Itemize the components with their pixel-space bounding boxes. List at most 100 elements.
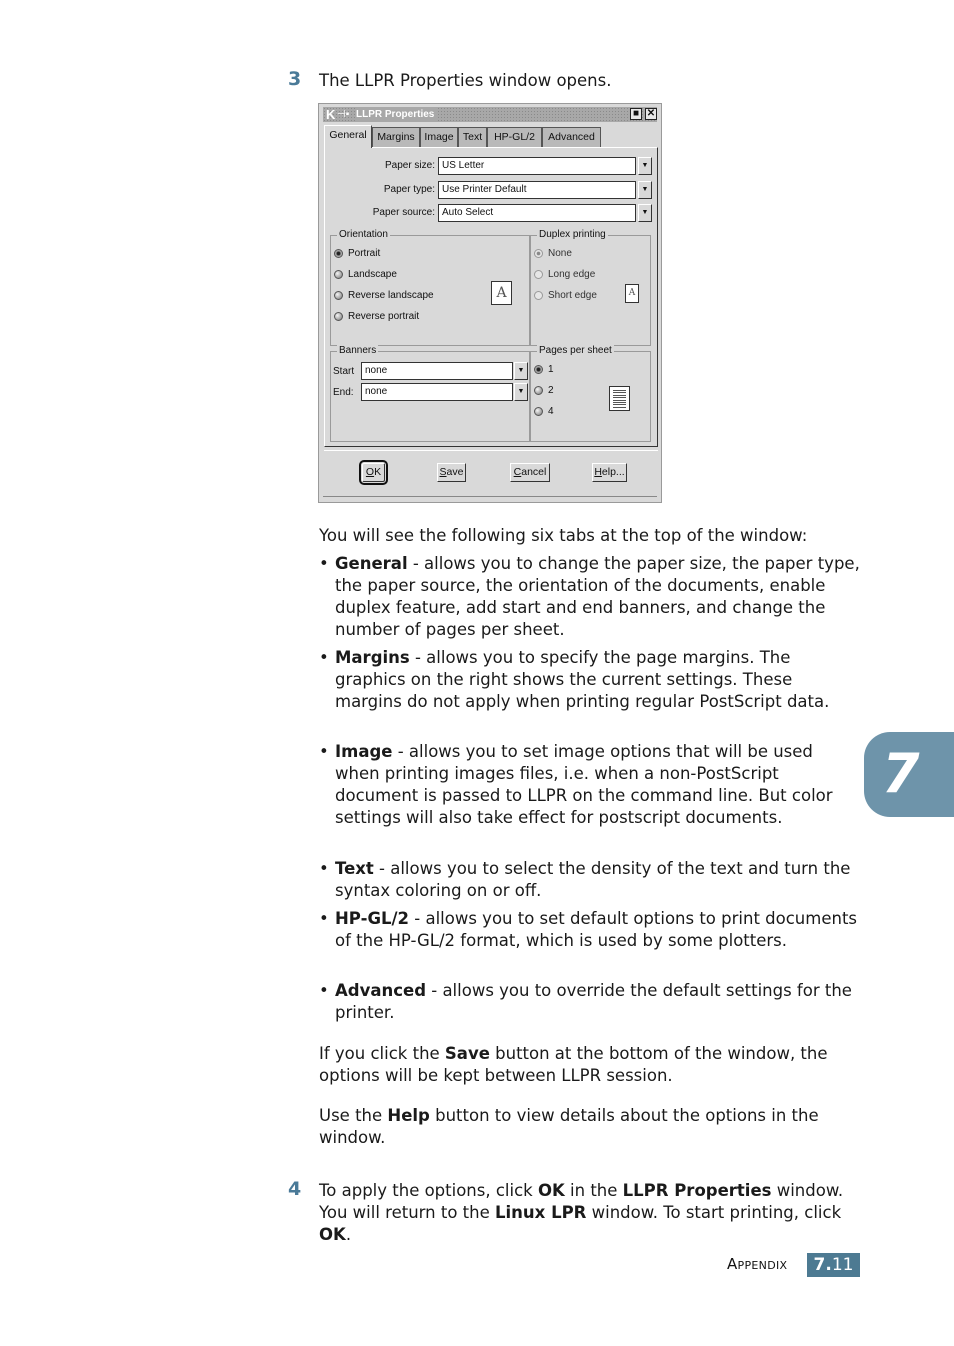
bullet-dot: • [319, 554, 329, 573]
bullet-dot: • [319, 648, 329, 667]
maximize-button[interactable]: ■ [630, 108, 642, 120]
banner-start-select[interactable]: none [361, 362, 513, 380]
radio-label: None [548, 248, 572, 259]
orientation-group: Orientation Portrait Landscape Reverse l… [330, 229, 530, 346]
bullet-text: Advanced - allows you to override the de… [335, 980, 861, 1024]
banner-end-select[interactable]: none [361, 383, 513, 401]
tab-margins[interactable]: Margins [372, 127, 420, 147]
bullet-term: HP-GL/2 [335, 909, 410, 928]
bullet-text: HP-GL/2 - allows you to set default opti… [335, 908, 861, 952]
radio-label: 1 [548, 364, 554, 375]
save-paragraph: If you click the Save button at the bott… [319, 1043, 859, 1087]
radio-icon [534, 386, 543, 395]
paper-type-select[interactable]: Use Printer Default [438, 181, 636, 199]
radio-pages-2[interactable]: 2 [534, 385, 554, 397]
bold-text: Save [444, 1044, 490, 1063]
radio-reverse-landscape[interactable]: Reverse landscape [334, 290, 434, 302]
radio-long-edge[interactable]: Long edge [534, 269, 595, 281]
step-number: 4 [288, 1178, 302, 1200]
tab-image[interactable]: Image [420, 127, 458, 147]
mnemonic: S [439, 466, 447, 478]
bullet-desc: - allows you to select the density of th… [335, 859, 851, 900]
radio-label: Reverse landscape [348, 290, 434, 301]
radio-label: Reverse portrait [348, 311, 420, 322]
radio-icon [534, 270, 543, 279]
chevron-down-icon[interactable]: ▼ [514, 362, 528, 380]
duplex-group: Duplex printing None Long edge Short edg… [530, 229, 651, 346]
chevron-down-icon[interactable]: ▼ [514, 383, 528, 401]
bullet-term: Image [335, 742, 393, 761]
pages-per-sheet-group: Pages per sheet 1 2 4 [530, 345, 651, 442]
portrait-preview-icon: A [491, 281, 512, 305]
chevron-down-icon[interactable]: ▼ [638, 181, 652, 199]
bold-text: OK [319, 1225, 346, 1244]
chevron-down-icon[interactable]: ▼ [638, 157, 652, 175]
help-paragraph: Use the Help button to view details abou… [319, 1105, 859, 1149]
step-number: 3 [288, 68, 302, 90]
close-button[interactable]: ✕ [645, 108, 657, 120]
footer-section-label: Appendix [727, 1255, 788, 1273]
chevron-down-icon[interactable]: ▼ [638, 204, 652, 222]
llpr-properties-dialog: K ⊣▪ LLPR Properties ■ ✕ General Margins… [318, 103, 662, 503]
duplex-title: Duplex printing [537, 229, 608, 241]
radio-short-edge[interactable]: Short edge [534, 290, 597, 302]
radio-icon [334, 312, 343, 321]
radio-label: Landscape [348, 269, 397, 280]
save-button[interactable]: Save [437, 463, 466, 482]
radio-label: 2 [548, 385, 554, 396]
radio-pages-1[interactable]: 1 [534, 364, 554, 376]
help-button[interactable]: Help... [592, 463, 627, 482]
radio-landscape[interactable]: Landscape [334, 269, 397, 281]
radio-icon [334, 270, 343, 279]
bullet-text: Margins - allows you to specify the page… [335, 647, 861, 713]
radio-duplex-none[interactable]: None [534, 248, 572, 260]
intro-paragraph: You will see the following six tabs at t… [319, 526, 808, 545]
radio-selected-icon [534, 365, 543, 374]
paper-source-select[interactable]: Auto Select [438, 204, 636, 222]
radio-pages-4[interactable]: 4 [534, 406, 554, 418]
mnemonic: O [365, 466, 375, 478]
duplex-preview-icon: A [625, 284, 639, 303]
banner-end-label: End: [333, 387, 354, 398]
radio-label: Portrait [348, 248, 381, 259]
paper-size-select[interactable]: US Letter [438, 157, 636, 175]
paper-size-label: Paper size: [384, 160, 435, 171]
bold-text: LLPR Properties [622, 1181, 772, 1200]
app-icon[interactable]: K [326, 107, 335, 122]
bold-text: OK [537, 1181, 565, 1200]
tab-general[interactable]: General [324, 125, 372, 148]
bullet-text: Text - allows you to select the density … [335, 858, 861, 902]
bullet-dot: • [319, 859, 329, 878]
tab-hpgl2[interactable]: HP-GL/2 [487, 127, 542, 147]
title-bar[interactable]: K ⊣▪ LLPR Properties ■ ✕ [323, 107, 657, 122]
text: in the [564, 1181, 623, 1200]
bullet-dot: • [319, 981, 329, 1000]
bullet-desc: - allows you to specify the page margins… [335, 648, 830, 711]
ok-button[interactable]: OK [359, 460, 388, 485]
bullet-term: Margins [335, 648, 410, 667]
bullet-dot: • [319, 909, 329, 928]
button-label: ancel [521, 466, 547, 478]
bullet-desc: - allows you to set image options that w… [335, 742, 833, 827]
button-label: elp... [601, 466, 625, 478]
chapter-part: 7. [813, 1255, 832, 1275]
bold-text: Linux LPR [495, 1203, 587, 1222]
radio-reverse-portrait[interactable]: Reverse portrait [334, 311, 419, 323]
chapter-number: 7 [882, 742, 920, 805]
tab-advanced[interactable]: Advanced [542, 127, 601, 147]
mnemonic: H [594, 466, 602, 478]
cancel-button[interactable]: Cancel [510, 463, 550, 482]
dialog-button-bar: OK Save Cancel Help... [324, 450, 658, 495]
radio-portrait[interactable]: Portrait [334, 248, 380, 260]
page-number-badge: 7.11 [807, 1253, 860, 1277]
pin-icon[interactable]: ⊣▪ [337, 108, 349, 121]
bullet-term: General [335, 554, 408, 573]
paper-source-label: Paper source: [372, 207, 435, 218]
radio-selected-icon [334, 249, 343, 258]
bullet-dot: • [319, 742, 329, 761]
tab-text[interactable]: Text [458, 127, 487, 147]
bullet-text: General - allows you to change the paper… [335, 553, 861, 641]
bullet-term: Text [335, 859, 374, 878]
text: . [345, 1225, 352, 1244]
bold-text: Help [387, 1106, 430, 1125]
